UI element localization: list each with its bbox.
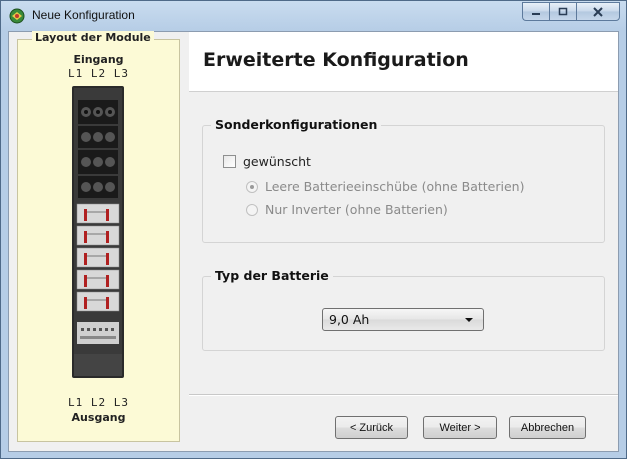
special-config-checkbox-row[interactable]: gewünscht [223, 154, 311, 169]
page-title: Erweiterte Konfiguration [203, 49, 469, 71]
title-bar[interactable]: Neue Konfiguration [1, 1, 626, 31]
page-header: Erweiterte Konfiguration [189, 32, 618, 92]
battery-type-legend: Typ der Batterie [211, 268, 333, 283]
radio-empty-battery-slots[interactable]: Leere Batterieeinschübe (ohne Batterien) [246, 179, 524, 194]
input-label: Eingang [73, 53, 124, 66]
special-config-legend: Sonderkonfigurationen [211, 117, 382, 132]
battery-type-value: 9,0 Ah [329, 312, 370, 327]
radio-label[interactable]: Nur Inverter (ohne Batterien) [265, 202, 448, 217]
dropdown-arrow-icon [465, 318, 473, 322]
close-button[interactable] [576, 2, 620, 21]
input-phases-label: L1 L2 L3 [68, 67, 129, 80]
next-button[interactable]: Weiter > [423, 416, 497, 439]
battery-type-group: Typ der Batterie 9,0 Ah [202, 268, 605, 351]
maximize-button[interactable] [549, 2, 576, 21]
radio-inverter-only[interactable]: Nur Inverter (ohne Batterien) [246, 202, 448, 217]
special-config-group: Sonderkonfigurationen gewünscht Leere Ba… [202, 117, 605, 243]
back-button[interactable]: < Zurück [335, 416, 408, 439]
module-layout-panel: Layout der Module Eingang L1 L2 L3 L1 L2… [17, 31, 180, 442]
radio-button[interactable] [246, 203, 258, 216]
module-layout-legend: Layout der Module [32, 31, 154, 44]
radio-button[interactable] [246, 180, 258, 193]
app-icon [9, 8, 25, 24]
output-label: Ausgang [71, 411, 126, 424]
close-icon [593, 6, 603, 17]
maximize-icon [558, 7, 568, 15]
window-title: Neue Konfiguration [32, 8, 135, 22]
cancel-button[interactable]: Abbrechen [509, 416, 586, 439]
output-phases-label: L1 L2 L3 [68, 396, 129, 409]
minimize-icon [532, 12, 540, 15]
radio-label[interactable]: Leere Batterieeinschübe (ohne Batterien) [265, 179, 524, 194]
special-config-checkbox[interactable] [223, 155, 236, 168]
battery-type-select[interactable]: 9,0 Ah [322, 308, 484, 331]
ups-rack-image [72, 86, 124, 378]
footer-divider [189, 394, 618, 396]
special-config-checkbox-label[interactable]: gewünscht [243, 154, 311, 169]
dialog-window: Neue Konfiguration Layout der Module Ein… [0, 0, 627, 459]
minimize-button[interactable] [522, 2, 549, 21]
dialog-client-area: Layout der Module Eingang L1 L2 L3 L1 L2… [8, 31, 619, 452]
